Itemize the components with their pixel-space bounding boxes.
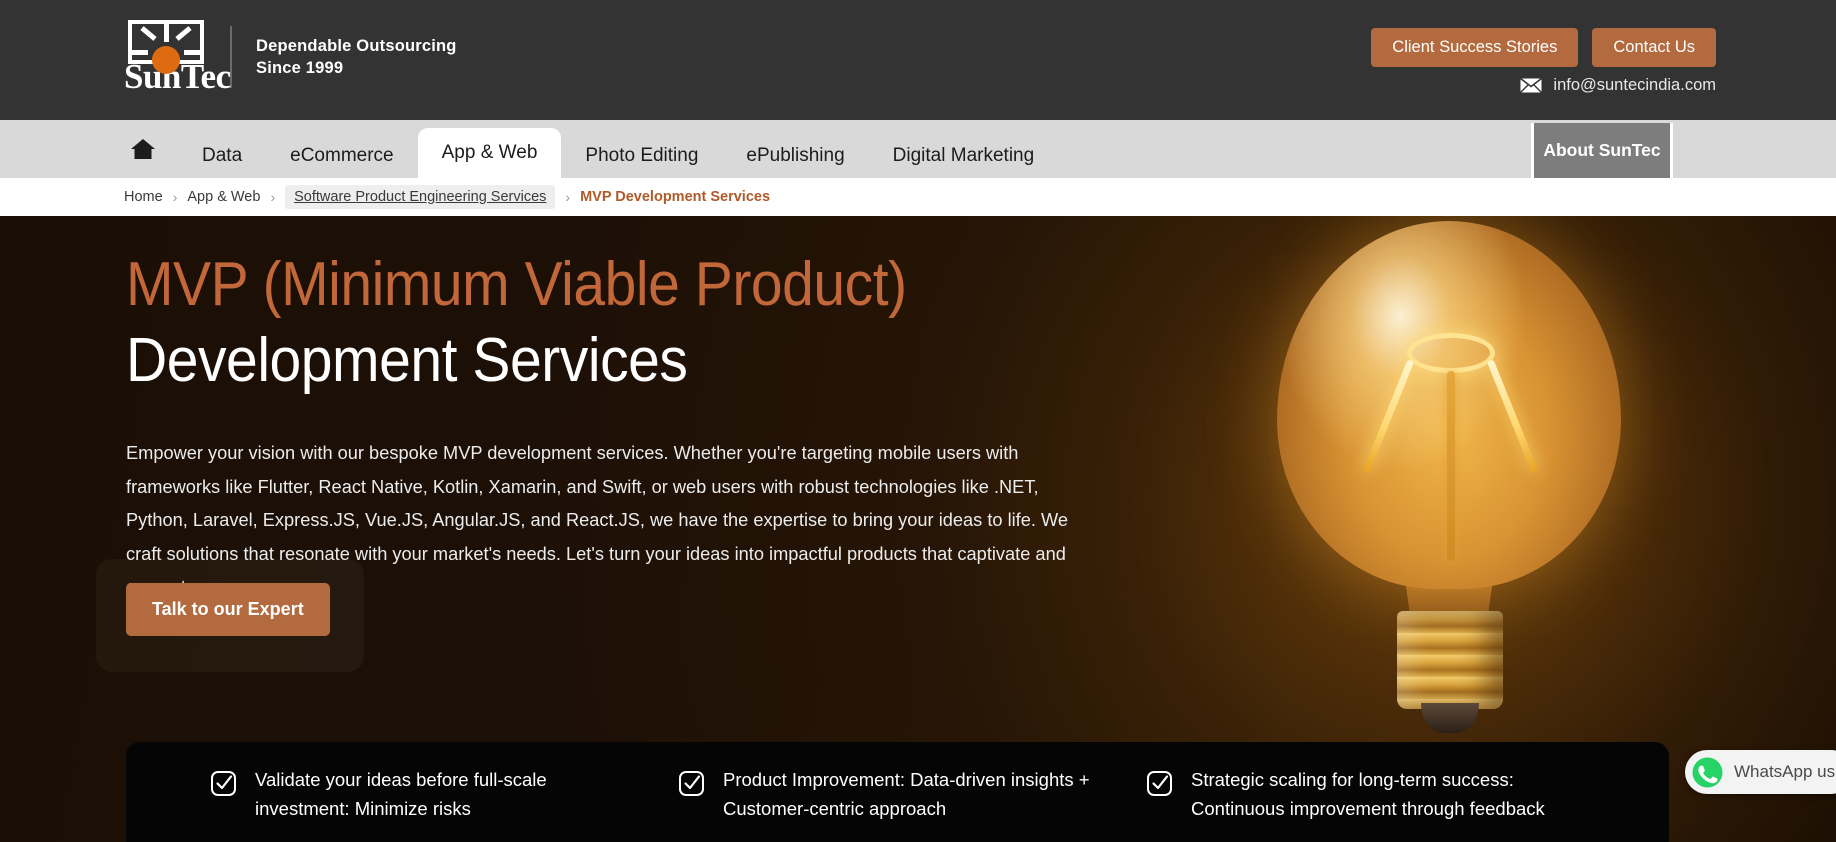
brand-block[interactable]: SunTec Dependable Outsourcing Since 1999 (124, 18, 457, 96)
nav-item-about-suntec[interactable]: About SunTec (1531, 123, 1673, 178)
logo-ray (164, 24, 169, 42)
breadcrumb-item-software-product-engineering-services[interactable]: Software Product Engineering Services (285, 185, 556, 209)
main-navigation: Data eCommerce App & Web Photo Editing e… (0, 120, 1836, 178)
breadcrumb-separator: › (172, 189, 178, 205)
nav-home-link[interactable] (124, 120, 178, 178)
logo-sun-icon (152, 46, 180, 74)
breadcrumb: Home › App & Web › Software Product Engi… (124, 178, 770, 216)
hero-copy: MVP (Minimum Viable Product) Development… (126, 246, 1126, 604)
tagline-line-1: Dependable Outsourcing (256, 37, 457, 55)
breadcrumb-item-current: MVP Development Services (580, 189, 771, 205)
bulb-screw-base (1397, 611, 1503, 709)
home-icon (131, 139, 155, 159)
logo-ray (132, 50, 148, 55)
contact-us-button[interactable]: Contact Us (1592, 28, 1716, 67)
nav-item-photo-editing[interactable]: Photo Editing (561, 134, 722, 178)
whatsapp-chat-widget[interactable]: WhatsApp us (1685, 750, 1836, 794)
tagline-line-2: Since 1999 (256, 59, 344, 77)
hero-lightbulb-image (1105, 216, 1795, 841)
header-actions: Client Success Stories Contact Us (1371, 28, 1716, 67)
whatsapp-icon (1692, 757, 1723, 787)
feature-highlights-bar: Validate your ideas before full-scale in… (126, 742, 1669, 842)
feature-item: Strategic scaling for long-term success:… (1146, 761, 1576, 823)
check-square-icon (211, 771, 236, 796)
nav-item-data[interactable]: Data (178, 134, 266, 178)
feature-text: Validate your ideas before full-scale in… (255, 769, 547, 819)
check-square-icon (1147, 771, 1172, 796)
hero-section: MVP (Minimum Viable Product) Development… (0, 216, 1836, 842)
logo-ray (184, 50, 200, 55)
bulb-filament-stem (1447, 371, 1455, 561)
hero-heading-line-1: MVP (Minimum Viable Product) (126, 250, 907, 319)
breadcrumb-separator: › (270, 189, 276, 205)
cta-panel: Talk to our Expert (96, 559, 364, 672)
bulb-filament-right (1486, 359, 1539, 473)
nav-item-app-and-web[interactable]: App & Web (417, 128, 562, 178)
breadcrumb-separator: › (565, 189, 571, 205)
feature-item: Validate your ideas before full-scale in… (210, 761, 640, 823)
nav-item-digital-marketing[interactable]: Digital Marketing (869, 134, 1059, 178)
nav-item-ecommerce[interactable]: eCommerce (266, 134, 417, 178)
check-square-icon (679, 771, 704, 796)
suntec-logo-icon: SunTec (124, 18, 231, 96)
whatsapp-label: WhatsApp us (1734, 762, 1836, 781)
breadcrumb-item-home[interactable]: Home (124, 189, 163, 205)
breadcrumb-bar: Home › App & Web › Software Product Engi… (0, 178, 1836, 216)
client-success-stories-button[interactable]: Client Success Stories (1371, 28, 1579, 67)
nav-item-list: Data eCommerce App & Web Photo Editing e… (124, 120, 1058, 178)
bulb-filament-coil (1407, 333, 1495, 373)
bulb-filament-left (1362, 359, 1415, 473)
nav-item-epublishing[interactable]: ePublishing (722, 134, 868, 178)
page-root: SunTec Dependable Outsourcing Since 1999… (0, 0, 1836, 842)
feature-item: Product Improvement: Data-driven insight… (678, 761, 1108, 823)
site-header: SunTec Dependable Outsourcing Since 1999… (0, 0, 1836, 120)
brand-tagline: Dependable Outsourcing Since 1999 (256, 35, 457, 79)
talk-to-our-expert-button[interactable]: Talk to our Expert (126, 583, 330, 636)
breadcrumb-item-app-and-web[interactable]: App & Web (187, 189, 260, 205)
bulb-filament-group (1277, 221, 1621, 589)
hero-heading-line-2: Development Services (126, 326, 688, 395)
header-email[interactable]: info@suntecindia.com (1520, 76, 1716, 95)
feature-text: Product Improvement: Data-driven insight… (723, 769, 1090, 819)
feature-text: Strategic scaling for long-term success:… (1191, 769, 1545, 819)
email-address: info@suntecindia.com (1553, 76, 1716, 94)
envelope-icon (1520, 78, 1543, 93)
